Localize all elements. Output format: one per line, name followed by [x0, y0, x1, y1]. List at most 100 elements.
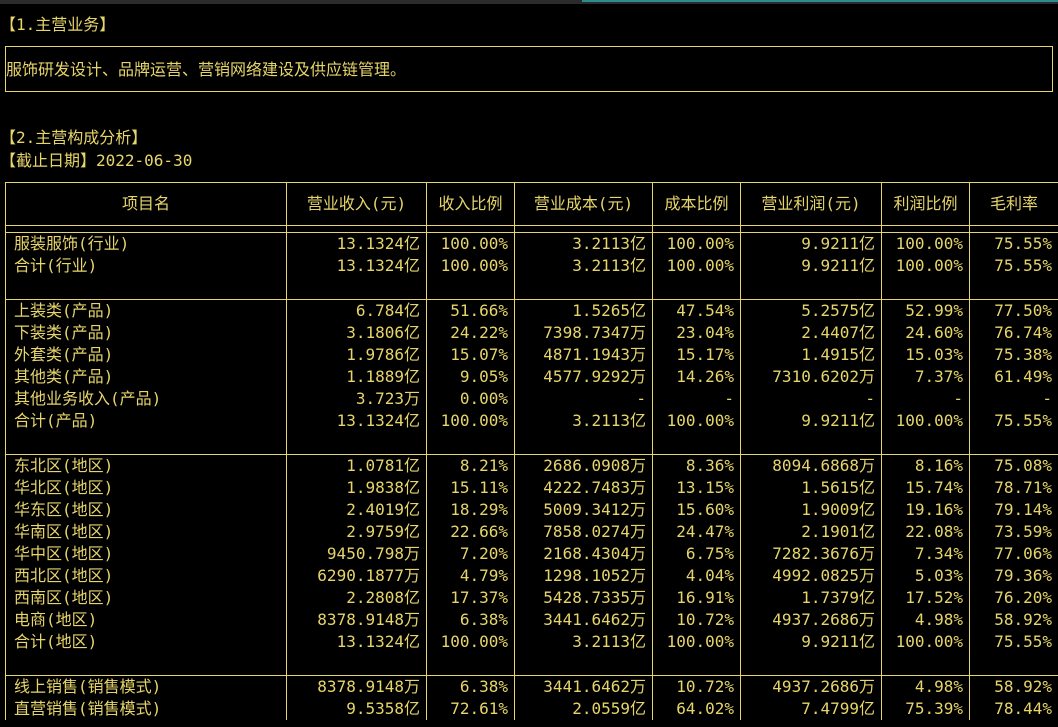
table-row[interactable]: 华东区(地区) 2.4019亿 18.29% 5009.3412万 15.60% 1.90… — [5, 499, 1058, 521]
cell-revenue: 2.9759亿 — [286, 521, 427, 543]
cell-cost: 5428.7335万 — [514, 587, 653, 609]
cell-gross-margin: 79.14% — [969, 499, 1058, 521]
cell-cost: 3.2113亿 — [514, 232, 653, 255]
cell-revenue: 2.4019亿 — [286, 499, 427, 521]
cell-cost-ratio: 16.91% — [652, 587, 741, 609]
separator-cell — [969, 225, 1058, 233]
table-row[interactable]: 合计(行业) 13.1324亿 100.00% 3.2113亿 100.00% 9.921… — [5, 255, 1058, 277]
table-row[interactable]: 合计(地区) 13.1324亿 100.00% 3.2113亿 100.00% 9.921… — [5, 631, 1058, 653]
cell-profit: 4992.0825万 — [740, 565, 882, 587]
header-cost-ratio[interactable]: 成本比例 — [652, 182, 741, 226]
cell-gross-margin: 75.55% — [969, 410, 1058, 432]
cell-profit-ratio: 4.98% — [881, 675, 970, 698]
section1-title: 【1.主营业务】 — [0, 15, 116, 34]
cell-gross-margin: 78.44% — [969, 698, 1058, 720]
cell-profit: 9.9211亿 — [740, 232, 882, 255]
cell-cost-ratio: 13.15% — [652, 477, 741, 499]
cell-revenue: 13.1324亿 — [286, 232, 427, 255]
cell-revenue-ratio: 4.79% — [426, 565, 515, 587]
separator-cell — [286, 432, 427, 455]
header-cost[interactable]: 营业成本(元) — [514, 182, 653, 226]
header-gross-margin[interactable]: 毛利率 — [969, 182, 1058, 226]
cell-revenue-ratio: 8.21% — [426, 454, 515, 477]
table-row[interactable]: 东北区(地区) 1.0781亿 8.21% 2686.0908万 8.36% 8094.6… — [5, 454, 1058, 477]
group-separator — [5, 225, 1058, 233]
cell-cost: 3.2113亿 — [514, 410, 653, 432]
cell-name: 服装服饰(行业) — [5, 232, 287, 255]
cell-cost-ratio: 47.54% — [652, 299, 741, 322]
table-row[interactable]: 华北区(地区) 1.9838亿 15.11% 4222.7483万 13.15% 1.56… — [5, 477, 1058, 499]
cell-cost: 4222.7483万 — [514, 477, 653, 499]
table-row[interactable]: 服装服饰(行业) 13.1324亿 100.00% 3.2113亿 100.00% 9.9… — [5, 232, 1058, 255]
cell-gross-margin: 75.55% — [969, 631, 1058, 653]
header-profit[interactable]: 营业利润(元) — [740, 182, 882, 226]
cell-name: 其他业务收入(产品) — [5, 388, 287, 410]
cell-cost: 4871.1943万 — [514, 344, 653, 366]
table-row[interactable]: 直营销售(销售模式) 9.5358亿 72.61% 2.0559亿 64.02% 7.47… — [5, 698, 1058, 720]
table-row[interactable]: 上装类(产品) 6.784亿 51.66% 1.5265亿 47.54% 5.2575亿 5… — [5, 299, 1058, 322]
separator-cell — [5, 225, 287, 233]
cell-cost: 1.5265亿 — [514, 299, 653, 322]
header-revenue[interactable]: 营业收入(元) — [286, 182, 427, 226]
cell-profit: 9.9211亿 — [740, 255, 882, 277]
cell-revenue: 13.1324亿 — [286, 410, 427, 432]
cell-gross-margin: 75.55% — [969, 255, 1058, 277]
cell-gross-margin: 79.36% — [969, 565, 1058, 587]
cell-revenue-ratio: 100.00% — [426, 631, 515, 653]
separator-cell — [514, 653, 653, 676]
cell-revenue: 1.9838亿 — [286, 477, 427, 499]
separator-cell — [652, 277, 741, 300]
cell-gross-margin: 58.92% — [969, 675, 1058, 698]
header-name[interactable]: 项目名 — [5, 182, 287, 226]
cell-name: 合计(产品) — [5, 410, 287, 432]
cell-cost-ratio: 100.00% — [652, 631, 741, 653]
cell-profit-ratio: 100.00% — [881, 631, 970, 653]
table-row[interactable]: 西北区(地区) 6290.1877万 4.79% 1298.1052万 4.04% 499… — [5, 565, 1058, 587]
separator-cell — [969, 277, 1058, 300]
cell-profit: 9.9211亿 — [740, 410, 882, 432]
cell-profit: 1.5615亿 — [740, 477, 882, 499]
cell-revenue: 1.0781亿 — [286, 454, 427, 477]
separator-cell — [286, 653, 427, 676]
cell-gross-margin: 75.08% — [969, 454, 1058, 477]
table-row[interactable]: 西南区(地区) 2.2808亿 17.37% 5428.7335万 16.91% 1.73… — [5, 587, 1058, 609]
cell-cost: 7858.0274万 — [514, 521, 653, 543]
cell-revenue: 9.5358亿 — [286, 698, 427, 720]
cell-profit: 7310.6202万 — [740, 366, 882, 388]
cell-cost-ratio: 8.36% — [652, 454, 741, 477]
main-business-text: 服饰研发设计、品牌运营、营销网络建设及供应链管理。 — [6, 60, 407, 79]
separator-cell — [740, 653, 882, 676]
separator-cell — [5, 432, 287, 455]
cell-gross-margin: - — [969, 388, 1058, 410]
table-row[interactable]: 华南区(地区) 2.9759亿 22.66% 7858.0274万 24.47% 2.19… — [5, 521, 1058, 543]
separator-cell — [652, 653, 741, 676]
group-separator — [5, 653, 1058, 676]
cell-cost-ratio: 4.04% — [652, 565, 741, 587]
separator-cell — [740, 225, 882, 233]
header-revenue-ratio[interactable]: 收入比例 — [426, 182, 515, 226]
cell-revenue-ratio: 100.00% — [426, 255, 515, 277]
table-row[interactable]: 其他业务收入(产品) 3.723万 0.00% - - - - - — [5, 388, 1058, 410]
header-profit-ratio[interactable]: 利润比例 — [881, 182, 970, 226]
cell-name: 西南区(地区) — [5, 587, 287, 609]
table-row[interactable]: 外套类(产品) 1.9786亿 15.07% 4871.1943万 15.17% 1.49… — [5, 344, 1058, 366]
cell-cost: - — [514, 388, 653, 410]
cell-cost-ratio: 15.17% — [652, 344, 741, 366]
cell-gross-margin: 61.49% — [969, 366, 1058, 388]
cell-revenue-ratio: 7.20% — [426, 543, 515, 565]
table-row[interactable]: 下装类(产品) 3.1806亿 24.22% 7398.7347万 23.04% 2.44… — [5, 322, 1058, 344]
table-row[interactable]: 电商(地区) 8378.9148万 6.38% 3441.6462万 10.72% 493… — [5, 609, 1058, 631]
separator-cell — [740, 277, 882, 300]
table-row[interactable]: 其他类(产品) 1.1889亿 9.05% 4577.9292万 14.26% 7310.… — [5, 366, 1058, 388]
cell-revenue: 13.1324亿 — [286, 631, 427, 653]
cell-cost: 3441.6462万 — [514, 609, 653, 631]
cell-revenue: 3.723万 — [286, 388, 427, 410]
cell-revenue: 6290.1877万 — [286, 565, 427, 587]
table-row[interactable]: 线上销售(销售模式) 8378.9148万 6.38% 3441.6462万 10.72… — [5, 675, 1058, 698]
table-row[interactable]: 合计(产品) 13.1324亿 100.00% 3.2113亿 100.00% 9.921… — [5, 410, 1058, 432]
separator-cell — [286, 225, 427, 233]
cell-gross-margin: 77.50% — [969, 299, 1058, 322]
cell-cost-ratio: 23.04% — [652, 322, 741, 344]
cell-revenue-ratio: 6.38% — [426, 675, 515, 698]
table-row[interactable]: 华中区(地区) 9450.798万 7.20% 2168.4304万 6.75% 7282… — [5, 543, 1058, 565]
